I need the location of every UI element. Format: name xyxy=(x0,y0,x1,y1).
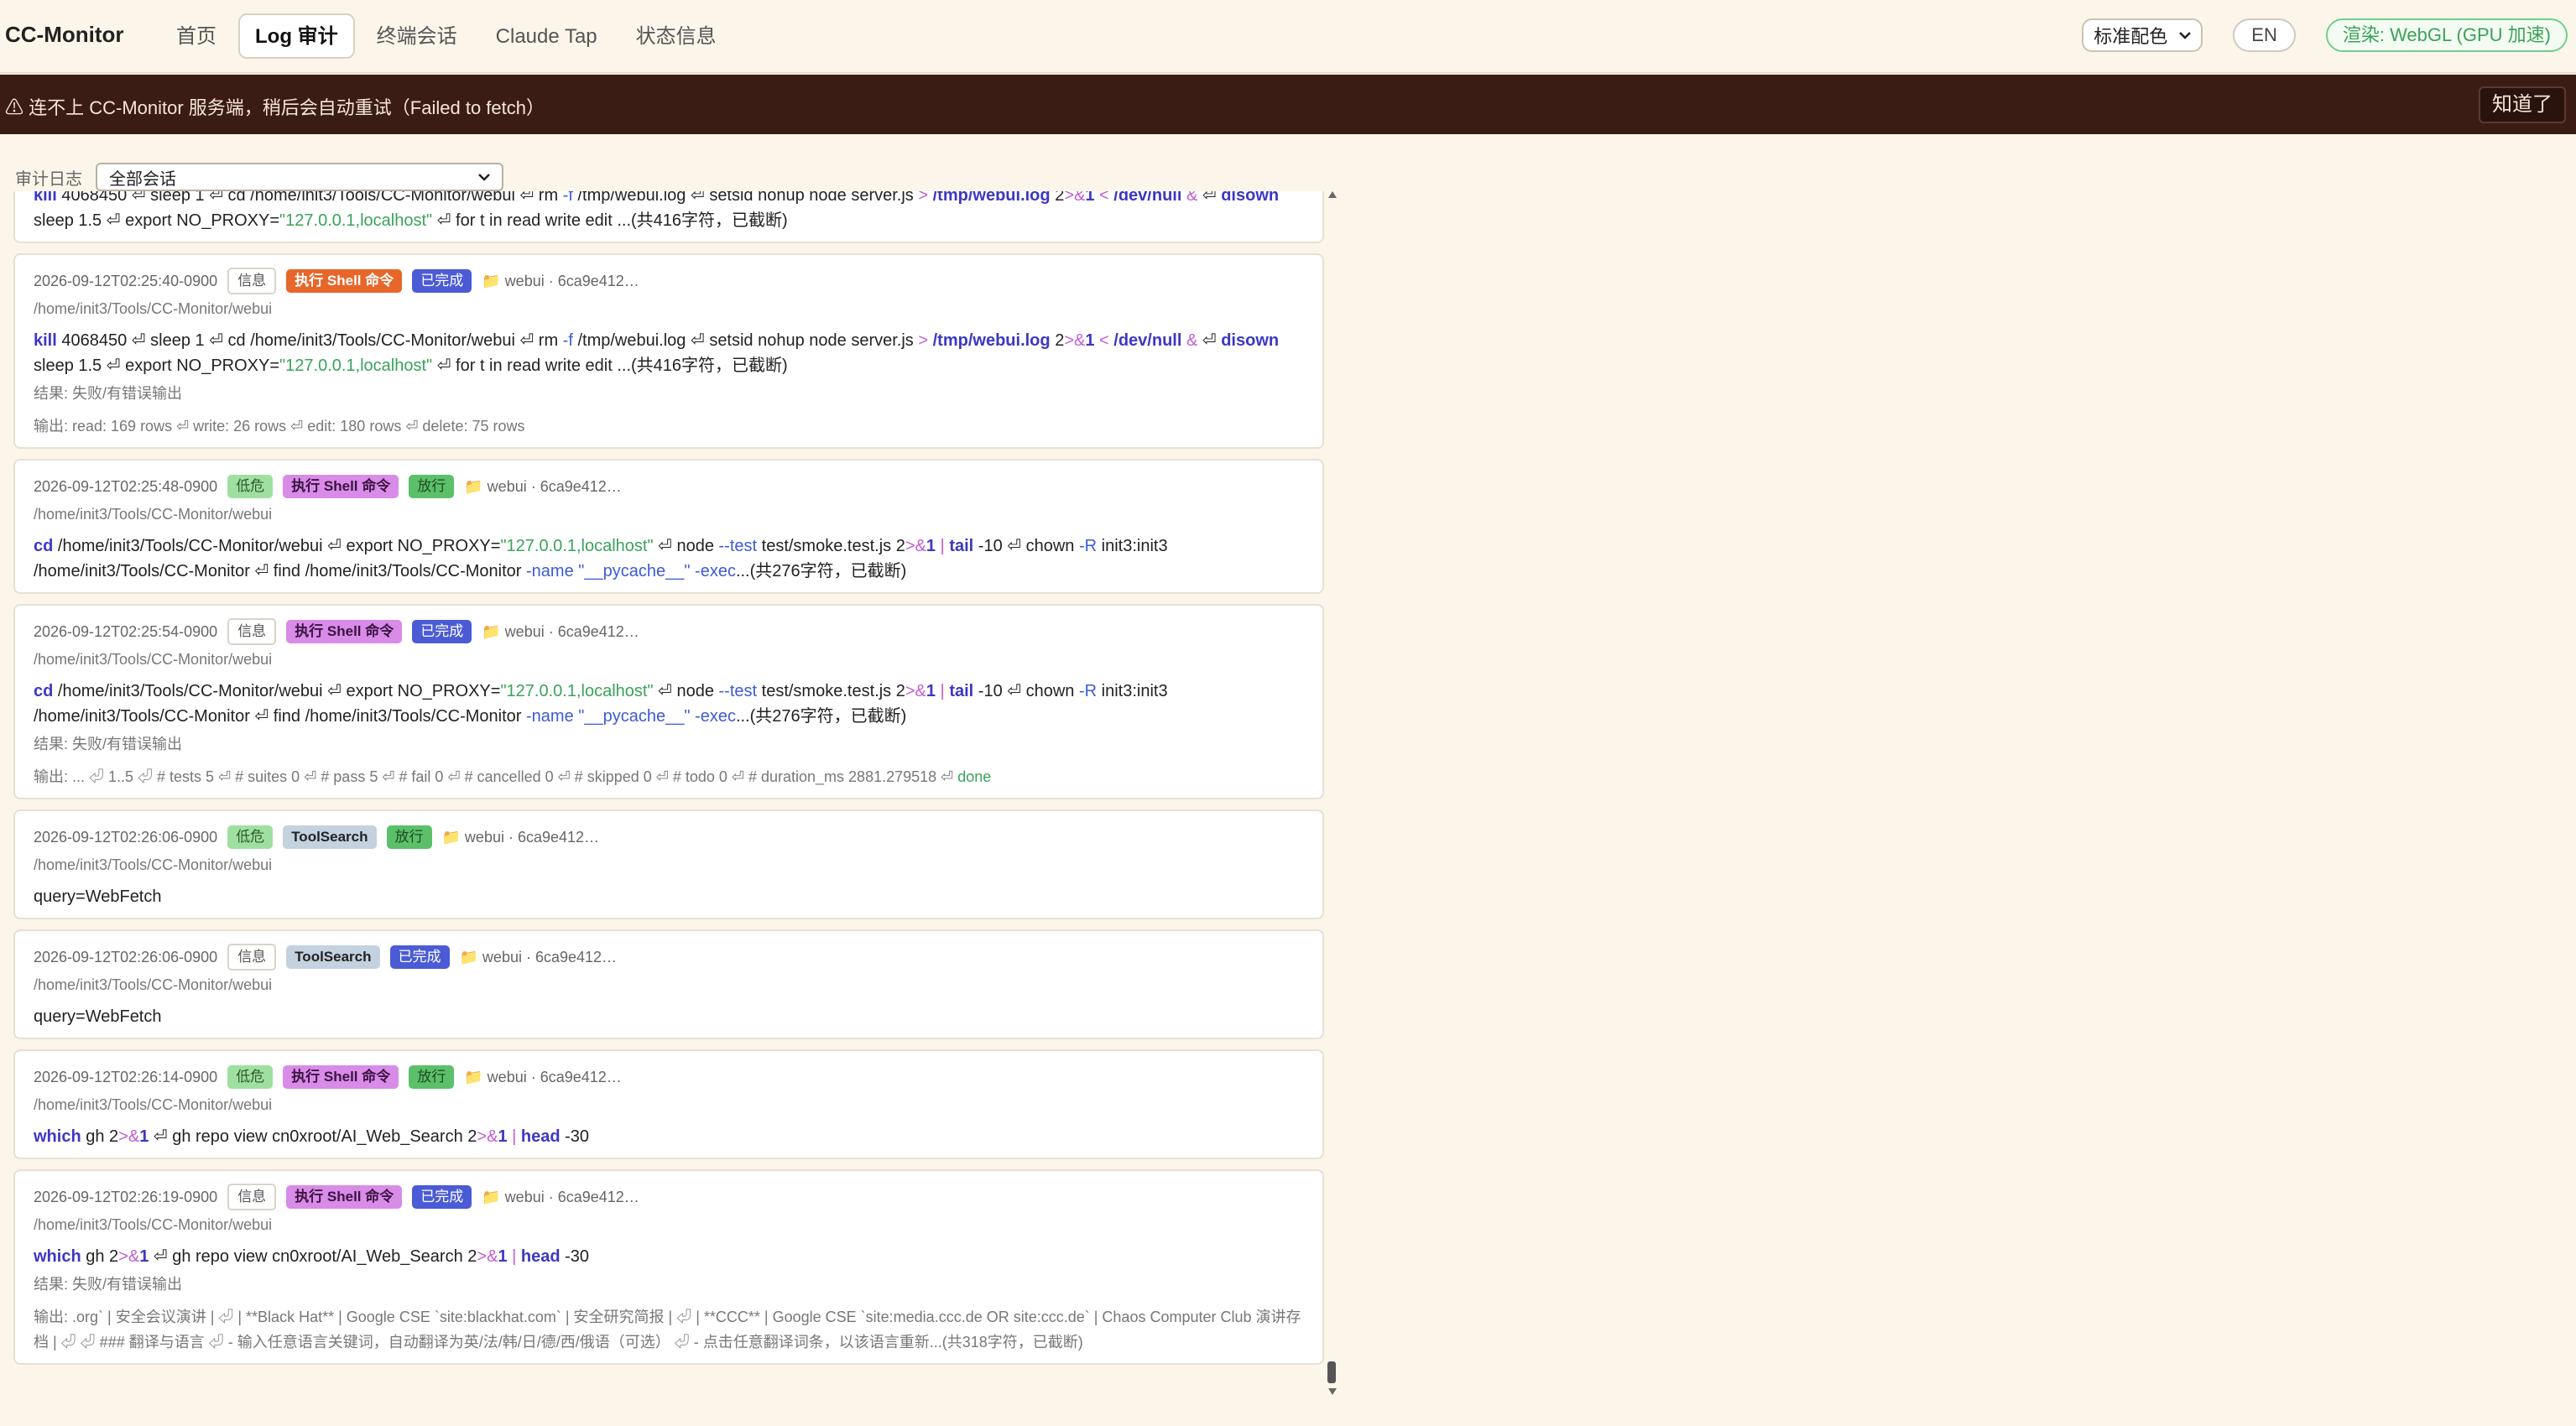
entry-timestamp: 2026-09-12T02:25:48-0900 xyxy=(34,477,218,495)
level-badge: 低危 xyxy=(227,1065,274,1089)
log-entry[interactable]: 2026-09-12T02:26:06-0900 低危 ToolSearch 放… xyxy=(13,809,1324,919)
level-badge: 信息 xyxy=(227,1184,277,1210)
log-entry[interactable]: 2026-09-12T02:25:54-0900 信息 执行 Shell 命令 … xyxy=(13,604,1324,799)
banner-message: ⚠ 连不上 CC-Monitor 服务端，稍后会自动重试（Failed to f… xyxy=(5,97,545,118)
session-filter-value: 全部会话 xyxy=(109,169,176,189)
log-entry[interactable]: 2026-09-12T02:26:06-0900 信息 ToolSearch 已… xyxy=(13,929,1324,1039)
working-directory: /home/init3/Tools/CC-Monitor/webui xyxy=(34,1216,273,1233)
entry-meta: 2026-09-12T02:25:40-0900 信息 执行 Shell 命令 … xyxy=(34,267,1304,295)
status-badge: 已完成 xyxy=(412,620,472,643)
level-badge: 低危 xyxy=(227,825,274,849)
filter-label: 审计日志 xyxy=(15,169,82,189)
command-text: cd /home/init3/Tools/CC-Monitor/webui ⏎ … xyxy=(34,682,1168,726)
log-entry[interactable]: 2026-09-12T02:25:40-0900 信息 执行 Shell 命令 … xyxy=(13,253,1324,449)
result-text: 结果: 失败/有错误输出 xyxy=(34,1276,183,1293)
entry-meta: 2026-09-12T02:26:19-0900 信息 执行 Shell 命令 … xyxy=(34,1183,1304,1211)
session-folder-link[interactable]: 📁 webui · 6ca9e412… xyxy=(442,829,600,846)
entry-meta: 2026-09-12T02:25:48-0900 低危 执行 Shell 命令 … xyxy=(34,472,1304,501)
chevron-down-icon xyxy=(478,174,490,181)
result-text: 结果: 失败/有错误输出 xyxy=(34,385,183,402)
output-text: 输出: ... ⏎ 1..5 ⏎ # tests 5 ⏎ # suites 0 … xyxy=(34,768,992,785)
level-badge: 信息 xyxy=(227,944,277,971)
command-text: kill 4068450 ⏎ sleep 1 ⏎ cd /home/init3/… xyxy=(34,331,1280,375)
session-folder-link[interactable]: 📁 webui · 6ca9e412… xyxy=(460,949,618,966)
status-badge: 已完成 xyxy=(412,1185,472,1209)
audit-log-list[interactable]: kill 4068450 ⏎ sleep 1 ⏎ cd /home/init3/… xyxy=(13,191,1324,1395)
entry-timestamp: 2026-09-12T02:26:06-0900 xyxy=(34,948,218,965)
tool-badge: 执行 Shell 命令 xyxy=(286,269,403,293)
entry-meta: 2026-09-12T02:25:54-0900 信息 执行 Shell 命令 … xyxy=(34,617,1304,646)
render-mode-badge[interactable]: 渲染: WebGL (GPU 加速) xyxy=(2325,18,2568,52)
connection-error-banner: ⚠ 连不上 CC-Monitor 服务端，稍后会自动重试（Failed to f… xyxy=(0,75,2576,134)
output-text: 输出: .org` | 安全会议演讲 | ⏎ | **Black Hat** |… xyxy=(34,1309,1301,1351)
entry-timestamp: 2026-09-12T02:26:14-0900 xyxy=(34,1068,218,1085)
entry-meta: 2026-09-12T02:26:14-0900 低危 执行 Shell 命令 … xyxy=(34,1063,1304,1091)
status-badge: 放行 xyxy=(386,825,432,849)
tab-terminal-sessions[interactable]: 终端会话 xyxy=(360,13,474,59)
tool-badge: ToolSearch xyxy=(286,945,380,969)
scroll-down-arrow-icon[interactable] xyxy=(1328,1388,1337,1395)
session-folder-link[interactable]: 📁 webui · 6ca9e412… xyxy=(482,273,639,290)
status-badge: 放行 xyxy=(409,1065,455,1089)
command-text: which gh 2>&1 ⏎ gh repo view cn0xroot/AI… xyxy=(34,1247,590,1266)
working-directory: /home/init3/Tools/CC-Monitor/webui xyxy=(34,300,273,317)
log-entry[interactable]: 2026-09-12T02:26:19-0900 信息 执行 Shell 命令 … xyxy=(13,1169,1324,1365)
scroll-up-arrow-icon[interactable] xyxy=(1328,191,1337,198)
theme-select-value: 标准配色 xyxy=(2094,26,2168,47)
tool-badge: 执行 Shell 命令 xyxy=(286,1185,403,1209)
session-filter-select[interactable]: 全部会话 xyxy=(96,163,503,191)
tool-badge: 执行 Shell 命令 xyxy=(286,620,403,643)
entry-timestamp: 2026-09-12T02:26:06-0900 xyxy=(34,828,218,846)
command-text: query=WebFetch xyxy=(34,1007,162,1026)
log-entry[interactable]: 2026-09-12T02:26:14-0900 低危 执行 Shell 命令 … xyxy=(13,1049,1324,1159)
status-badge: 已完成 xyxy=(412,269,472,293)
working-directory: /home/init3/Tools/CC-Monitor/webui xyxy=(34,651,273,668)
session-folder-link[interactable]: 📁 webui · 6ca9e412… xyxy=(464,478,622,496)
chevron-down-icon xyxy=(2179,32,2192,39)
top-nav: CC-Monitor 首页 Log 审计 终端会话 Claude Tap 状态信… xyxy=(0,0,2576,74)
scroll-thumb[interactable] xyxy=(1327,1361,1336,1383)
theme-select[interactable]: 标准配色 xyxy=(2082,18,2203,52)
tool-badge: 执行 Shell 命令 xyxy=(283,1065,399,1089)
command-text: kill 4068450 ⏎ sleep 1 ⏎ cd /home/init3/… xyxy=(34,191,1280,230)
session-folder-link[interactable]: 📁 webui · 6ca9e412… xyxy=(464,1069,622,1086)
log-entry[interactable]: kill 4068450 ⏎ sleep 1 ⏎ cd /home/init3/… xyxy=(13,191,1324,243)
working-directory: /home/init3/Tools/CC-Monitor/webui xyxy=(34,506,273,523)
log-entry[interactable]: 2026-09-12T02:25:48-0900 低危 执行 Shell 命令 … xyxy=(13,459,1324,594)
session-folder-link[interactable]: 📁 webui · 6ca9e412… xyxy=(482,1189,639,1206)
list-scrollbar[interactable] xyxy=(1326,191,1338,1395)
entry-timestamp: 2026-09-12T02:26:19-0900 xyxy=(34,1188,218,1205)
nav-tabs: 首页 Log 审计 终端会话 Claude Tap 状态信息 xyxy=(159,13,733,59)
command-text: cd /home/init3/Tools/CC-Monitor/webui ⏎ … xyxy=(34,537,1168,580)
status-badge: 放行 xyxy=(409,475,455,498)
session-folder-link[interactable]: 📁 webui · 6ca9e412… xyxy=(482,623,639,641)
acknowledge-button[interactable]: 知道了 xyxy=(2479,86,2566,123)
working-directory: /home/init3/Tools/CC-Monitor/webui xyxy=(34,976,273,993)
tool-badge: ToolSearch xyxy=(283,825,377,849)
command-text: query=WebFetch xyxy=(34,887,162,906)
result-text: 结果: 失败/有错误输出 xyxy=(34,736,183,752)
entry-meta: 2026-09-12T02:26:06-0900 低危 ToolSearch 放… xyxy=(34,823,1304,851)
app-title: CC-Monitor xyxy=(5,22,124,47)
output-text: 输出: read: 169 rows ⏎ write: 26 rows ⏎ ed… xyxy=(34,418,525,435)
tab-status-info[interactable]: 状态信息 xyxy=(619,13,733,59)
tab-home[interactable]: 首页 xyxy=(159,13,233,59)
working-directory: /home/init3/Tools/CC-Monitor/webui xyxy=(34,1096,273,1113)
level-badge: 低危 xyxy=(227,475,274,498)
right-controls: 标准配色 EN 渲染: WebGL (GPU 加速) xyxy=(2082,18,2568,52)
entry-meta: 2026-09-12T02:26:06-0900 信息 ToolSearch 已… xyxy=(34,943,1304,971)
level-badge: 信息 xyxy=(227,268,277,294)
entry-timestamp: 2026-09-12T02:25:54-0900 xyxy=(34,622,218,640)
command-text: which gh 2>&1 ⏎ gh repo view cn0xroot/AI… xyxy=(34,1127,590,1146)
working-directory: /home/init3/Tools/CC-Monitor/webui xyxy=(34,856,273,873)
level-badge: 信息 xyxy=(227,618,277,645)
language-button[interactable]: EN xyxy=(2233,18,2296,52)
tab-claude-tap[interactable]: Claude Tap xyxy=(479,13,614,59)
tool-badge: 执行 Shell 命令 xyxy=(283,475,399,498)
tab-log-audit[interactable]: Log 审计 xyxy=(238,13,355,59)
status-badge: 已完成 xyxy=(389,945,450,969)
entry-timestamp: 2026-09-12T02:25:40-0900 xyxy=(34,272,218,289)
audit-filter-bar: 审计日志 全部会话 xyxy=(15,163,503,191)
